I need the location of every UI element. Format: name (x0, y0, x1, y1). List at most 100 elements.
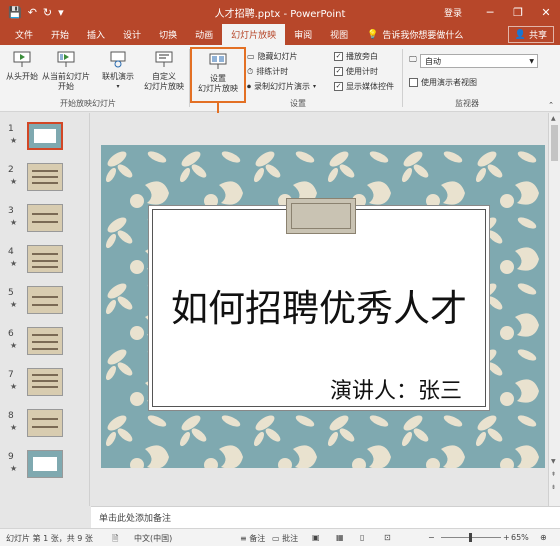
thumbnail-image (27, 204, 63, 232)
present-online-button[interactable]: 联机演示 ▾ (98, 48, 138, 92)
tab-animations[interactable]: 动画 (186, 24, 222, 45)
present-online-icon (107, 48, 129, 70)
zoom-slider-handle[interactable] (469, 533, 472, 542)
tell-me-box[interactable]: 💡 告诉我你想要做什么 (367, 24, 463, 45)
reading-view-icon[interactable]: ▯ (360, 533, 364, 542)
play-narrations-checkbox[interactable]: ✓ 播放旁白 (334, 51, 378, 62)
transition-star-icon: ★ (10, 136, 18, 145)
group-label-setup: 设置 (290, 99, 306, 108)
slide-subtitle[interactable]: 演讲人：张三 (330, 373, 462, 405)
notes-icon: ≡ (240, 534, 250, 543)
thumbnail-image (27, 163, 63, 191)
ribbon-tabs: 文件 开始 插入 设计 切换 动画 幻灯片放映 审阅 视图 💡 告诉我你想要做什… (0, 24, 560, 45)
use-timings-checkbox[interactable]: ✓ 使用计时 (334, 66, 378, 77)
custom-slideshow-icon (153, 48, 175, 70)
thumbnail-number: 2 (8, 165, 14, 175)
group-separator (402, 49, 403, 107)
slide-thumbnail[interactable]: 7 ★ (0, 368, 90, 402)
use-timings-label: 使用计时 (346, 67, 378, 76)
thumbnail-image (27, 327, 63, 355)
notes-toggle[interactable]: ≡ 备注 (240, 533, 265, 544)
zoom-in-icon[interactable]: + (503, 533, 510, 542)
tab-design[interactable]: 设计 (114, 24, 150, 45)
tab-transitions[interactable]: 切换 (150, 24, 186, 45)
tab-review[interactable]: 审阅 (285, 24, 321, 45)
normal-view-icon[interactable]: ▣ (312, 533, 320, 542)
tab-slideshow[interactable]: 幻灯片放映 (222, 24, 286, 45)
stopwatch-icon: ⏱ (247, 66, 254, 76)
slide-count: 幻灯片 第 1 张，共 9 张 (6, 534, 93, 543)
quick-access-toolbar: 💾 ↶ ↻ ▾ (0, 7, 64, 18)
tab-home[interactable]: 开始 (42, 24, 78, 45)
monitor-select[interactable]: 自动 ▼ (420, 54, 538, 68)
slide-title[interactable]: 如何招聘优秀人才 (150, 278, 488, 332)
undo-icon[interactable]: ↶ (28, 7, 37, 18)
monitor-icon-row: 🖵 (409, 55, 417, 65)
lightbulb-icon: 💡 (367, 29, 379, 40)
slide-thumbnail[interactable]: 3 ★ (0, 204, 90, 238)
from-beginning-button[interactable]: 从头开始 (4, 48, 40, 82)
customize-toolbar-icon[interactable]: ▾ (58, 7, 64, 18)
custom-slideshow-button[interactable]: 自定义 幻灯片放映 (140, 48, 188, 92)
prev-slide-icon[interactable]: ⇞ (551, 471, 556, 478)
tab-view[interactable]: 视图 (321, 24, 357, 45)
comments-toggle-label: 批注 (282, 534, 299, 543)
scroll-down-icon[interactable]: ▼ (551, 458, 556, 465)
minimize-button[interactable]: ─ (476, 0, 504, 24)
login-link[interactable]: 登录 (444, 6, 462, 19)
checkbox-checked-icon: ✓ (334, 52, 343, 61)
comment-icon: ▭ (272, 534, 283, 543)
language-indicator[interactable]: 中文(中国) (134, 533, 172, 544)
notes-toggle-label: 备注 (249, 534, 266, 543)
notes-pane[interactable]: 单击此处添加备注 (91, 506, 560, 528)
transition-star-icon: ★ (10, 464, 18, 473)
thumbnail-number: 3 (8, 206, 14, 216)
rehearse-timings-button[interactable]: ⏱ 排练计时 (247, 66, 288, 77)
card-clip-decoration (286, 198, 356, 234)
transition-star-icon: ★ (10, 300, 18, 309)
slide-sorter-icon[interactable]: ▦ (336, 533, 344, 542)
save-icon[interactable]: 💾 (8, 7, 22, 18)
from-current-label-1: 从当前幻灯片 (42, 72, 90, 81)
spellcheck-icon[interactable]: 🗎 (112, 533, 118, 546)
presenter-view-label: 使用演示者视图 (421, 78, 477, 87)
slideshow-view-icon[interactable]: ⊡ (384, 533, 391, 542)
zoom-level[interactable]: 65% (511, 533, 529, 542)
thumbnail-image (27, 286, 63, 314)
thumbnail-image (27, 450, 63, 478)
slide-thumbnail[interactable]: 4 ★ (0, 245, 90, 279)
group-label-monitor: 监视器 (455, 99, 479, 108)
thumbnail-number: 7 (8, 370, 14, 380)
restore-button[interactable]: ❐ (504, 0, 532, 24)
presenter-view-checkbox[interactable]: 使用演示者视图 (409, 77, 477, 88)
highlight-frame (190, 47, 246, 103)
next-slide-icon[interactable]: ⇟ (551, 484, 556, 491)
show-media-controls-checkbox[interactable]: ✓ 显示媒体控件 (334, 81, 394, 92)
custom-label-1: 自定义 (152, 72, 176, 81)
comments-toggle[interactable]: ▭ 批注 (272, 533, 298, 544)
slide-thumbnail[interactable]: 5 ★ (0, 286, 90, 320)
group-label-start: 开始放映幻灯片 (60, 99, 116, 108)
slide-thumbnail[interactable]: 8 ★ (0, 409, 90, 443)
record-slideshow-button[interactable]: ⏺ 录制幻灯片演示 ▾ (247, 81, 316, 92)
share-button[interactable]: 👤 共享 (507, 26, 554, 43)
show-media-label: 显示媒体控件 (346, 82, 394, 91)
slide-thumbnail[interactable]: 2 ★ (0, 163, 90, 197)
hide-slide-button[interactable]: ▭ 隐藏幻灯片 (247, 51, 298, 62)
from-current-button[interactable]: 从当前幻灯片 开始 (40, 48, 92, 92)
thumbnail-image (27, 122, 63, 150)
vertical-scrollbar[interactable]: ▲ ▼ ⇞ ⇟ (548, 113, 560, 506)
slide-thumbnail[interactable]: 6 ★ (0, 327, 90, 361)
fit-to-window-icon[interactable]: ⊕ (540, 533, 547, 542)
tab-insert[interactable]: 插入 (78, 24, 114, 45)
zoom-out-icon[interactable]: − (428, 533, 435, 542)
chevron-down-icon: ▼ (529, 57, 534, 65)
close-button[interactable]: ✕ (532, 0, 560, 24)
slide-thumbnail[interactable]: 1 ★ (0, 122, 90, 156)
scroll-thumb[interactable] (551, 125, 558, 161)
tab-file[interactable]: 文件 (6, 24, 42, 45)
scroll-up-icon[interactable]: ▲ (551, 115, 556, 122)
redo-icon[interactable]: ↻ (43, 7, 52, 18)
collapse-ribbon-icon[interactable]: ⌃ (548, 101, 554, 109)
slide-thumbnail[interactable]: 9 ★ (0, 450, 90, 484)
